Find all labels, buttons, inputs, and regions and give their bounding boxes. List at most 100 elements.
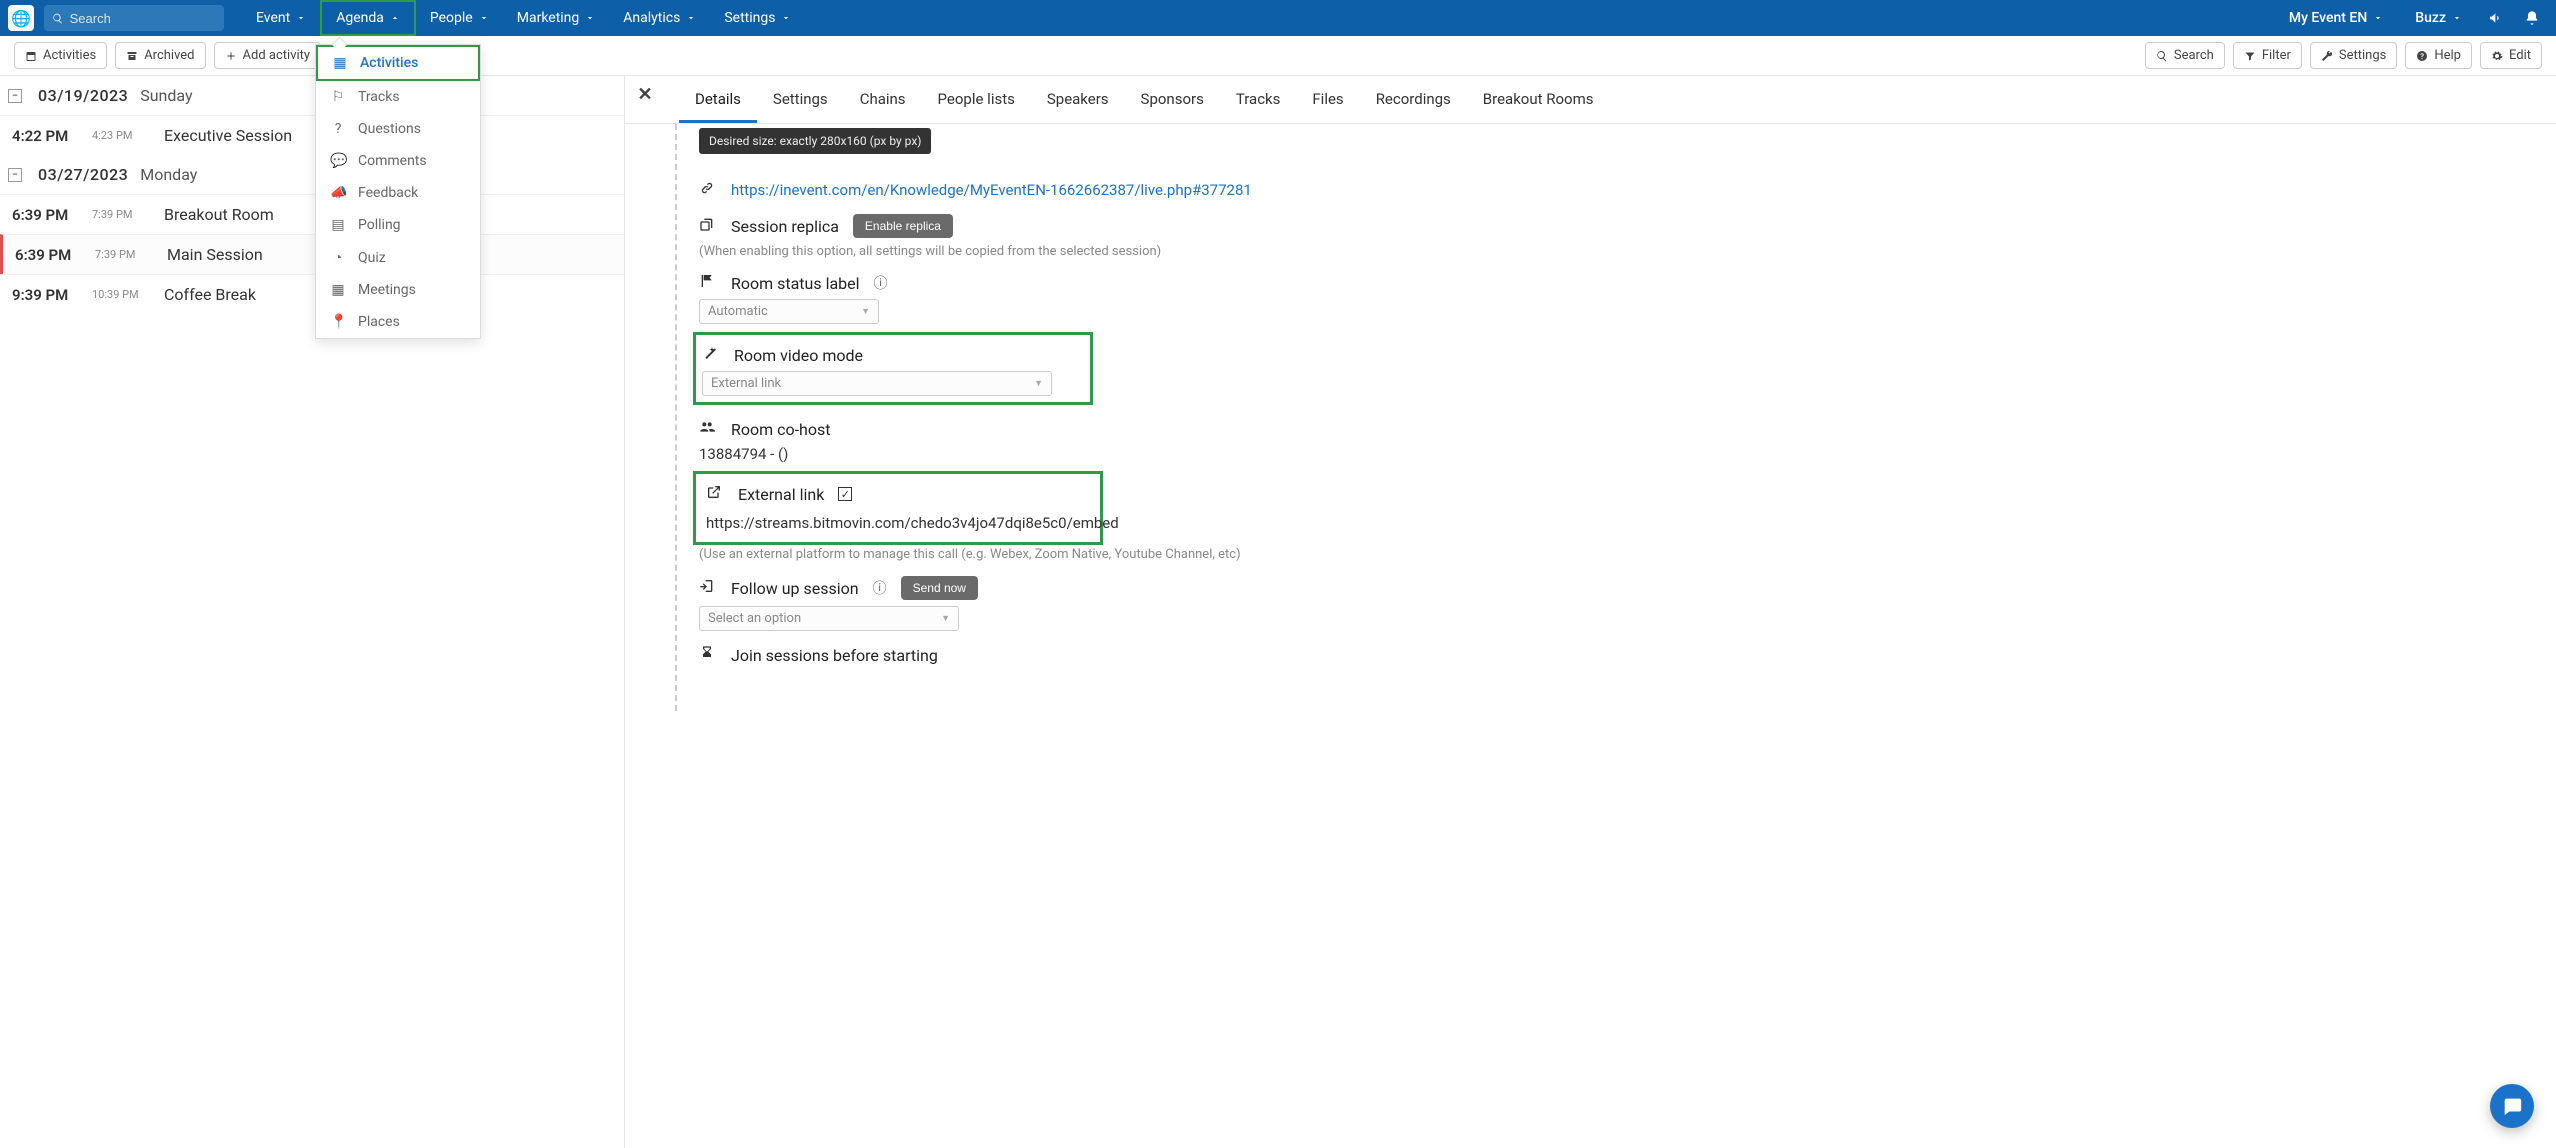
wrench-icon bbox=[2321, 50, 2333, 62]
activity-row[interactable]: 9:39 PM10:39 PMCoffee Break bbox=[0, 274, 624, 314]
chevron-down-icon bbox=[686, 13, 696, 23]
chevron-down-icon bbox=[585, 13, 595, 23]
external-link-value[interactable]: https://streams.bitmovin.com/chedo3v4jo4… bbox=[706, 514, 1090, 532]
search-button[interactable]: Search bbox=[2145, 42, 2225, 69]
add-activity-button[interactable]: Add activity bbox=[214, 42, 322, 69]
info-icon[interactable]: ⓘ bbox=[874, 273, 888, 293]
nav-settings[interactable]: Settings bbox=[710, 0, 805, 36]
activity-row[interactable]: 6:39 PM7:39 PMBreakout Room bbox=[0, 194, 624, 234]
chat-fab[interactable] bbox=[2490, 1084, 2534, 1128]
signout-icon bbox=[699, 578, 717, 598]
checkbox-icon[interactable]: ✓ bbox=[838, 487, 852, 501]
tab-people-lists[interactable]: People lists bbox=[922, 76, 1031, 123]
video-mode-select[interactable]: External link▼ bbox=[702, 371, 1052, 396]
settings-button[interactable]: Settings bbox=[2310, 42, 2397, 69]
tab-files[interactable]: Files bbox=[1296, 76, 1359, 123]
nav-marketing[interactable]: Marketing bbox=[503, 0, 610, 36]
date-group-header[interactable]: −03/27/2023Monday bbox=[0, 155, 624, 194]
collapse-icon[interactable]: − bbox=[8, 168, 22, 182]
dropdown-tracks[interactable]: ⚐Tracks bbox=[316, 81, 480, 113]
room-status-select[interactable]: Automatic▼ bbox=[699, 299, 879, 324]
tab-details[interactable]: Details bbox=[679, 76, 757, 123]
video-mode-box: Room video mode External link▼ bbox=[693, 332, 1093, 405]
dropdown-polling[interactable]: ▤Polling bbox=[316, 209, 480, 241]
dropdown-feedback[interactable]: 📣Feedback bbox=[316, 177, 480, 209]
tab-chains[interactable]: Chains bbox=[844, 76, 922, 123]
grid-icon: ▦ bbox=[330, 282, 346, 298]
replica-help: (When enabling this option, all settings… bbox=[699, 244, 2556, 259]
global-search-input[interactable] bbox=[70, 11, 216, 26]
chevron-down-icon bbox=[2452, 13, 2462, 23]
send-now-button[interactable]: Send now bbox=[901, 576, 978, 600]
bell-icon[interactable] bbox=[2516, 0, 2548, 36]
followup-select[interactable]: Select an option▼ bbox=[699, 606, 959, 631]
chevron-down-icon bbox=[781, 13, 791, 23]
nav-event[interactable]: Event bbox=[242, 0, 320, 36]
tab-settings[interactable]: Settings bbox=[757, 76, 844, 123]
room-status-row: Room status label ⓘ bbox=[699, 273, 2556, 293]
chevron-down-icon bbox=[2373, 13, 2383, 23]
clock-icon: ◔ bbox=[330, 249, 346, 266]
nav-agenda[interactable]: Agenda bbox=[320, 0, 416, 36]
tab-breakout-rooms[interactable]: Breakout Rooms bbox=[1467, 76, 1610, 123]
tab-sponsors[interactable]: Sponsors bbox=[1125, 76, 1220, 123]
size-hint-tooltip: Desired size: exactly 280x160 (px by px) bbox=[699, 128, 931, 154]
info-icon[interactable]: ⓘ bbox=[873, 578, 887, 598]
session-replica-label: Session replica bbox=[731, 217, 839, 236]
chat-icon bbox=[2501, 1095, 2523, 1117]
video-mode-label: Room video mode bbox=[734, 346, 863, 365]
room-cohost-row: Room co-host bbox=[699, 419, 2556, 439]
edit-button[interactable]: Edit bbox=[2480, 42, 2542, 69]
people-icon bbox=[699, 419, 717, 439]
plus-icon bbox=[225, 50, 237, 62]
chevron-up-icon bbox=[390, 13, 400, 23]
activity-row[interactable]: 6:39 PM7:39 PMMain Session bbox=[0, 234, 624, 274]
collapse-icon[interactable]: − bbox=[8, 89, 22, 103]
followup-row: Follow up session ⓘ Send now bbox=[699, 576, 2556, 600]
cohost-value: 13884794 - () bbox=[699, 445, 2556, 463]
flag-icon: ⚐ bbox=[330, 89, 346, 105]
enable-replica-button[interactable]: Enable replica bbox=[853, 214, 953, 238]
top-navbar: 🌐 EventAgendaPeopleMarketingAnalyticsSet… bbox=[0, 0, 2556, 36]
chart-icon: ▤ bbox=[330, 217, 346, 233]
wand-icon bbox=[702, 345, 720, 365]
help-icon bbox=[2416, 50, 2428, 62]
main-nav: EventAgendaPeopleMarketingAnalyticsSetti… bbox=[242, 0, 805, 36]
followup-label: Follow up session bbox=[731, 579, 859, 598]
dropdown-activities[interactable]: ▦Activities bbox=[318, 47, 478, 79]
user-menu[interactable]: Buzz bbox=[2401, 0, 2476, 36]
announce-icon[interactable] bbox=[2480, 0, 2512, 36]
detail-body: Desired size: exactly 280x160 (px by px)… bbox=[625, 124, 2556, 711]
room-status-label: Room status label bbox=[731, 274, 860, 293]
dropdown-meetings[interactable]: ▦Meetings bbox=[316, 274, 480, 306]
dropdown-places[interactable]: 📍Places bbox=[316, 306, 480, 338]
comment-icon: 💬 bbox=[330, 153, 346, 169]
copy-icon bbox=[699, 216, 717, 236]
close-icon[interactable]: ✕ bbox=[633, 82, 657, 106]
filter-button[interactable]: Filter bbox=[2233, 42, 2302, 69]
detail-panel: ✕ DetailsSettingsChainsPeople listsSpeak… bbox=[625, 76, 2556, 1148]
live-url-row: https://inevent.com/en/Knowledge/MyEvent… bbox=[699, 180, 2556, 200]
event-switcher[interactable]: My Event EN bbox=[2275, 0, 2397, 36]
activities-button[interactable]: Activities bbox=[14, 42, 107, 69]
logo[interactable]: 🌐 bbox=[8, 5, 34, 31]
link-icon bbox=[699, 180, 717, 200]
archived-button[interactable]: Archived bbox=[115, 42, 205, 69]
nav-analytics[interactable]: Analytics bbox=[609, 0, 710, 36]
tab-tracks[interactable]: Tracks bbox=[1220, 76, 1297, 123]
tab-recordings[interactable]: Recordings bbox=[1360, 76, 1467, 123]
date-group-header[interactable]: −03/19/2023Sunday bbox=[0, 76, 624, 115]
dropdown-questions[interactable]: ?Questions bbox=[316, 113, 480, 145]
join-before-label: Join sessions before starting bbox=[731, 646, 938, 665]
nav-people[interactable]: People bbox=[416, 0, 503, 36]
global-search[interactable] bbox=[44, 5, 224, 31]
search-icon bbox=[52, 12, 64, 25]
external-link-label: External link bbox=[738, 485, 824, 504]
chevron-down-icon bbox=[479, 13, 489, 23]
dropdown-quiz[interactable]: ◔Quiz bbox=[316, 241, 480, 274]
live-url-link[interactable]: https://inevent.com/en/Knowledge/MyEvent… bbox=[731, 181, 1252, 199]
tab-speakers[interactable]: Speakers bbox=[1031, 76, 1125, 123]
dropdown-comments[interactable]: 💬Comments bbox=[316, 145, 480, 177]
help-button[interactable]: Help bbox=[2405, 42, 2472, 69]
activity-row[interactable]: 4:22 PM4:23 PMExecutive Session bbox=[0, 115, 624, 155]
